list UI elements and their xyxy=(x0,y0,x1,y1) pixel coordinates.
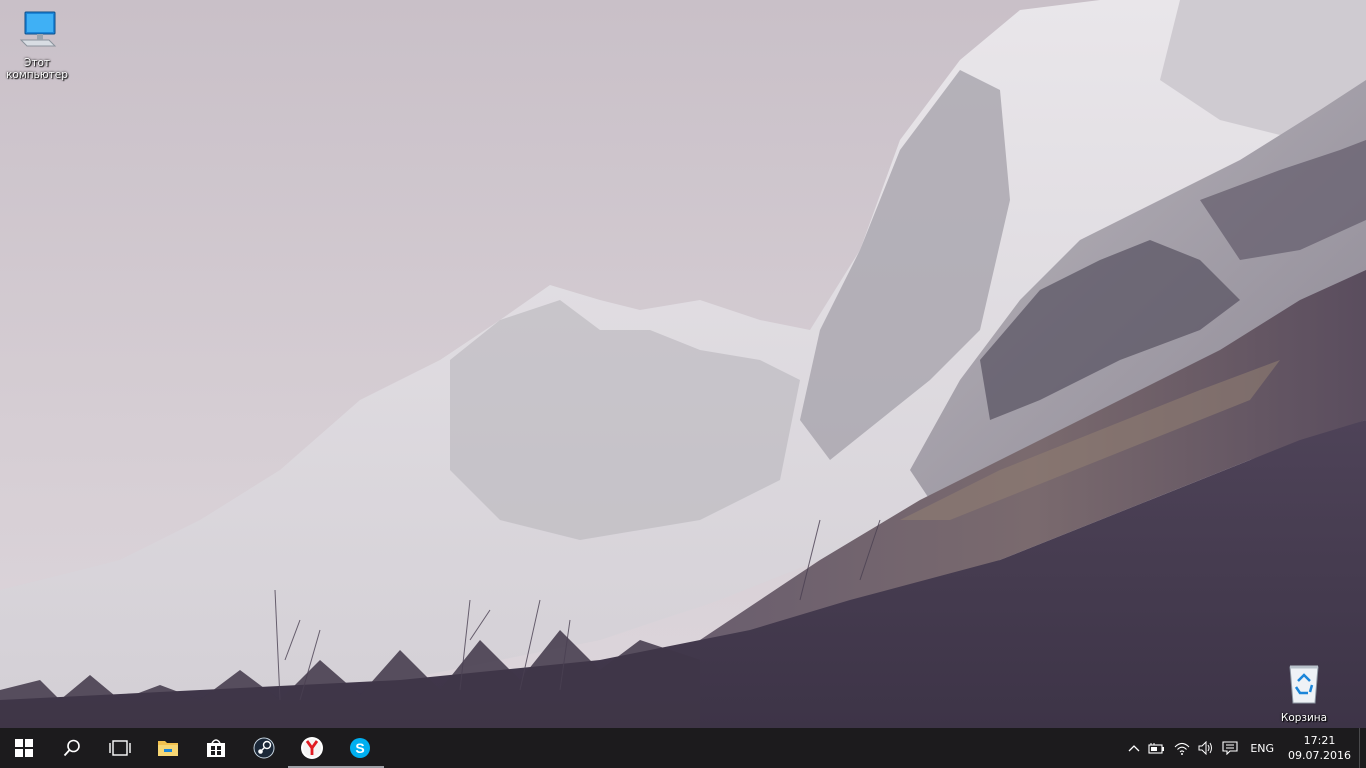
store-icon xyxy=(207,739,225,757)
taskbar-file-explorer[interactable] xyxy=(144,728,192,768)
yandex-icon xyxy=(301,737,323,759)
system-tray: ENG 17:21 09.07.2016 xyxy=(1124,728,1366,768)
this-pc-label-line1: Этот xyxy=(24,57,50,69)
clock-date: 09.07.2016 xyxy=(1288,749,1351,762)
task-view-icon xyxy=(109,740,131,756)
desktop-icon-this-pc[interactable]: Этот компьютер xyxy=(0,8,74,81)
start-button[interactable] xyxy=(0,728,48,768)
clock[interactable]: 17:21 09.07.2016 xyxy=(1282,728,1359,768)
computer-icon xyxy=(19,11,57,47)
search-button[interactable] xyxy=(48,728,96,768)
svg-text:S: S xyxy=(355,740,364,756)
taskbar: S ENG 17:21 09.07.2016 xyxy=(0,728,1366,768)
recycle-bin-label: Корзина xyxy=(1280,712,1328,724)
taskbar-store[interactable] xyxy=(192,728,240,768)
windows-logo-icon xyxy=(15,739,33,757)
taskbar-skype[interactable]: S xyxy=(336,728,384,768)
recycle-bin-icon xyxy=(1289,665,1319,704)
wallpaper-mountains xyxy=(0,0,1366,728)
battery-charging-icon xyxy=(1148,743,1165,754)
this-pc-label-line2: компьютер xyxy=(6,69,68,81)
taskbar-yandex-browser[interactable] xyxy=(288,728,336,768)
steam-icon xyxy=(253,737,275,759)
input-language-indicator[interactable]: ENG xyxy=(1242,728,1282,768)
desktop: Этот компьютер Корзина S ENG 17:21 09.07… xyxy=(0,0,1366,768)
battery-button[interactable] xyxy=(1144,728,1170,768)
show-desktop-button[interactable] xyxy=(1359,728,1366,768)
search-icon xyxy=(63,739,80,757)
show-hidden-icons-button[interactable] xyxy=(1124,728,1144,768)
action-center-button[interactable] xyxy=(1218,728,1242,768)
clock-time: 17:21 xyxy=(1303,734,1336,747)
taskbar-steam[interactable] xyxy=(240,728,288,768)
network-button[interactable] xyxy=(1170,728,1194,768)
chevron-up-icon xyxy=(1128,745,1140,752)
folder-icon xyxy=(158,741,178,756)
volume-button[interactable] xyxy=(1194,728,1218,768)
wifi-icon xyxy=(1174,742,1190,755)
speaker-icon xyxy=(1198,741,1213,755)
desktop-icon-recycle-bin[interactable]: Корзина xyxy=(1267,661,1341,724)
notifications-icon xyxy=(1222,741,1238,755)
skype-icon: S xyxy=(350,738,370,758)
task-view-button[interactable] xyxy=(96,728,144,768)
